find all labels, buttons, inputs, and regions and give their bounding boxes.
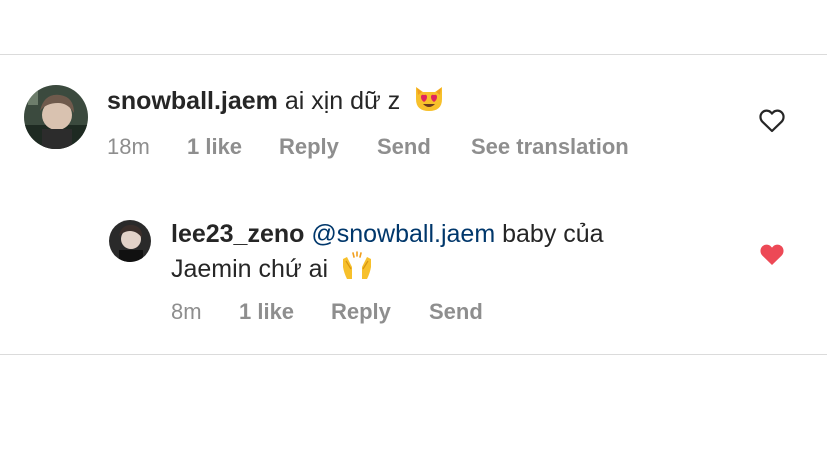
- comment-meta: 18m 1 like Reply Send See translation: [107, 133, 667, 161]
- avatar[interactable]: [109, 220, 151, 262]
- comment-text-continued: Jaemin chứ ai: [171, 255, 329, 284]
- reply-comment-item: lee23_zeno @snowball.jaem baby của Jaemi…: [0, 200, 827, 350]
- heart-filled-icon[interactable]: [759, 243, 785, 272]
- comment-text-line: snowball.jaem ai xịn dữ z: [107, 83, 445, 122]
- heart-outline-icon[interactable]: [759, 109, 785, 138]
- comment-text: ai xịn dữ z: [284, 87, 401, 116]
- reply-text-line-2: Jaemin chứ ai: [171, 251, 373, 290]
- comment-item: snowball.jaem ai xịn dữ z 18m 1 like Rep…: [0, 0, 827, 200]
- send-button[interactable]: Send: [429, 298, 483, 326]
- raising-hands-emoji: [341, 251, 373, 290]
- comment-username[interactable]: lee23_zeno: [171, 220, 304, 248]
- bottom-divider: [0, 354, 827, 355]
- reply-text-line-1: lee23_zeno @snowball.jaem baby của: [171, 217, 604, 251]
- reply-button[interactable]: Reply: [279, 133, 339, 161]
- comment-username[interactable]: snowball.jaem: [107, 87, 278, 115]
- like-count[interactable]: 1 like: [187, 133, 242, 161]
- comment-timestamp: 18m: [107, 134, 150, 159]
- heart-eyes-cat-emoji: [413, 83, 445, 122]
- avatar[interactable]: [24, 85, 88, 149]
- comment-timestamp: 8m: [171, 299, 202, 324]
- like-count[interactable]: 1 like: [239, 298, 294, 326]
- comment-meta: 8m 1 like Reply Send: [171, 298, 531, 326]
- send-button[interactable]: Send: [377, 133, 431, 161]
- comment-text: baby của: [502, 220, 604, 248]
- reply-button[interactable]: Reply: [331, 298, 391, 326]
- see-translation-button[interactable]: See translation: [471, 133, 629, 161]
- mention-link[interactable]: @snowball.jaem: [311, 220, 495, 248]
